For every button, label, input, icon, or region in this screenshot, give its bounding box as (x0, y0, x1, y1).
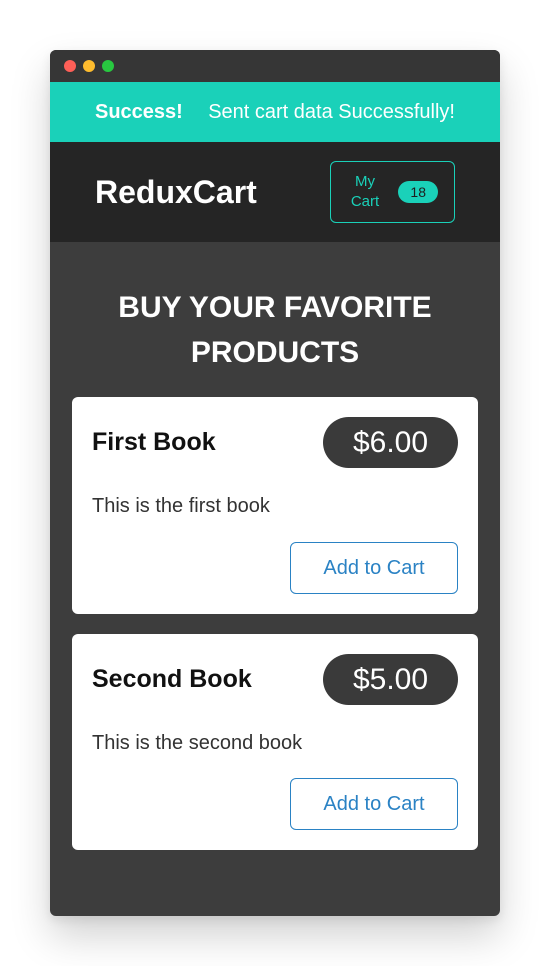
close-window-button[interactable] (64, 60, 76, 72)
notification-message: Sent cart data Successfully! (208, 100, 455, 123)
cart-count-badge: 18 (398, 181, 438, 203)
product-description: This is the second book (92, 732, 303, 754)
product-header: First Book $6.00 (92, 417, 458, 468)
product-price: $5.00 (323, 654, 458, 705)
notification-status: Success! (95, 100, 183, 123)
minimize-window-button[interactable] (83, 60, 95, 72)
product-description: This is the first book (92, 495, 270, 517)
window-titlebar (50, 50, 500, 82)
product-title: First Book (92, 428, 216, 456)
product-header: Second Book $5.00 (92, 654, 458, 705)
page-title: BUY YOUR FAVORITE PRODUCTS (118, 291, 432, 369)
app-window: Success! Sent cart data Successfully! Re… (50, 50, 500, 916)
main-header: ReduxCart My Cart 18 (50, 142, 500, 242)
add-to-cart-button[interactable]: Add to Cart (290, 542, 458, 594)
products-section: BUY YOUR FAVORITE PRODUCTS First Book $6… (50, 242, 500, 850)
add-to-cart-button[interactable]: Add to Cart (290, 778, 458, 830)
app-logo: ReduxCart (95, 173, 257, 210)
product-card-second-book: Second Book $5.00 This is the second boo… (72, 634, 478, 850)
notification-bar: Success! Sent cart data Successfully! (50, 82, 500, 142)
maximize-window-button[interactable] (102, 60, 114, 72)
product-card-first-book: First Book $6.00 This is the first book … (72, 397, 478, 614)
my-cart-button[interactable]: My Cart 18 (330, 161, 455, 223)
cart-button-label: My Cart (350, 173, 380, 210)
product-price: $6.00 (323, 417, 458, 468)
product-title: Second Book (92, 665, 252, 693)
